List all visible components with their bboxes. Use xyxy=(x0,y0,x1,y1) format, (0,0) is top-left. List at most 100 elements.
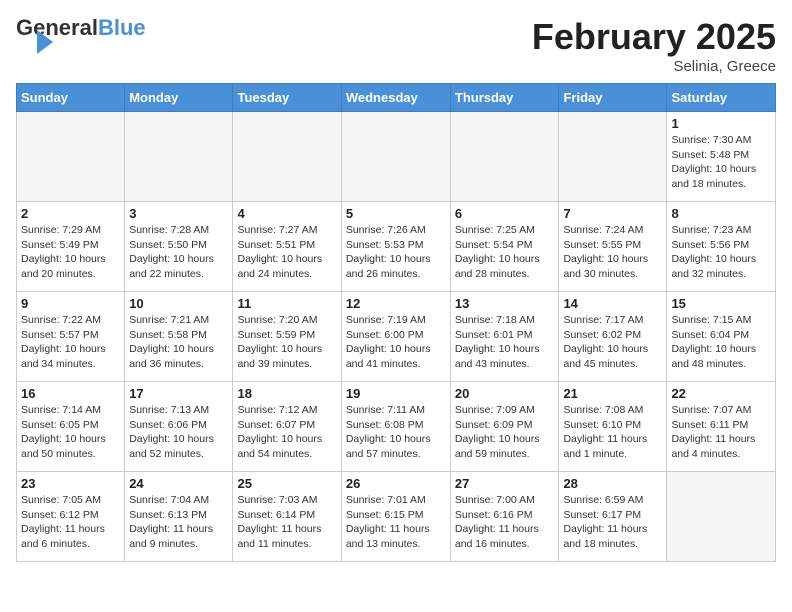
calendar-cell xyxy=(125,112,233,202)
day-info: Sunrise: 7:00 AM Sunset: 6:16 PM Dayligh… xyxy=(455,493,555,552)
day-number: 16 xyxy=(21,386,120,401)
day-header-tuesday: Tuesday xyxy=(233,84,341,112)
month-title: February 2025 xyxy=(532,16,776,58)
day-number: 7 xyxy=(563,206,662,221)
day-info: Sunrise: 7:08 AM Sunset: 6:10 PM Dayligh… xyxy=(563,403,662,462)
day-info: Sunrise: 7:09 AM Sunset: 6:09 PM Dayligh… xyxy=(455,403,555,462)
day-number: 27 xyxy=(455,476,555,491)
calendar-week-2: 2Sunrise: 7:29 AM Sunset: 5:49 PM Daylig… xyxy=(17,202,776,292)
day-number: 20 xyxy=(455,386,555,401)
day-info: Sunrise: 7:15 AM Sunset: 6:04 PM Dayligh… xyxy=(671,313,771,372)
day-number: 6 xyxy=(455,206,555,221)
calendar-cell: 7 Sunrise: 7:24 AM Sunset: 5:55 PM Daylig… xyxy=(559,202,667,292)
calendar-cell: 10 Sunrise: 7:21 AM Sunset: 5:58 PM Dayli… xyxy=(125,292,233,382)
day-info: Sunrise: 7:04 AM Sunset: 6:13 PM Dayligh… xyxy=(129,493,228,552)
day-number: 18 xyxy=(237,386,336,401)
day-info: Sunrise: 7:21 AM Sunset: 5:58 PM Dayligh… xyxy=(129,313,228,372)
day-info: Sunrise: 7:28 AM Sunset: 5:50 PM Dayligh… xyxy=(129,223,228,282)
title-block: February 2025 Selinia, Greece xyxy=(532,16,776,75)
calendar-cell: 26 Sunrise: 7:01 AM Sunset: 6:15 PM Dayli… xyxy=(341,472,450,562)
day-info: Sunrise: 7:17 AM Sunset: 6:02 PM Dayligh… xyxy=(563,313,662,372)
day-number: 2 xyxy=(21,206,120,221)
calendar-cell: 19 Sunrise: 7:11 AM Sunset: 6:08 PM Dayli… xyxy=(341,382,450,472)
logo-blue-text: Blue xyxy=(98,15,146,40)
calendar-week-4: 16 Sunrise: 7:14 AM Sunset: 6:05 PM Dayli… xyxy=(17,382,776,472)
calendar-cell: 25 Sunrise: 7:03 AM Sunset: 6:14 PM Dayli… xyxy=(233,472,341,562)
day-number: 13 xyxy=(455,296,555,311)
calendar-header-row: SundayMondayTuesdayWednesdayThursdayFrid… xyxy=(17,84,776,112)
calendar-cell: 1 Sunrise: 7:30 AM Sunset: 5:48 PM Daylig… xyxy=(667,112,776,202)
calendar-cell: 15Sunrise: 7:15 AM Sunset: 6:04 PM Dayli… xyxy=(667,292,776,382)
day-info: Sunrise: 7:22 AM Sunset: 5:57 PM Dayligh… xyxy=(21,313,120,372)
day-info: Sunrise: 7:24 AM Sunset: 5:55 PM Dayligh… xyxy=(563,223,662,282)
logo-arrow-icon xyxy=(37,30,53,54)
day-header-friday: Friday xyxy=(559,84,667,112)
calendar-cell xyxy=(559,112,667,202)
day-info: Sunrise: 7:01 AM Sunset: 6:15 PM Dayligh… xyxy=(346,493,446,552)
calendar-cell: 12 Sunrise: 7:19 AM Sunset: 6:00 PM Dayli… xyxy=(341,292,450,382)
calendar-week-1: 1 Sunrise: 7:30 AM Sunset: 5:48 PM Daylig… xyxy=(17,112,776,202)
calendar-week-5: 23 Sunrise: 7:05 AM Sunset: 6:12 PM Dayli… xyxy=(17,472,776,562)
calendar-cell: 4 Sunrise: 7:27 AM Sunset: 5:51 PM Daylig… xyxy=(233,202,341,292)
page-header: GeneralBlue February 2025 Selinia, Greec… xyxy=(16,16,776,75)
calendar-cell xyxy=(450,112,559,202)
day-header-wednesday: Wednesday xyxy=(341,84,450,112)
day-number: 19 xyxy=(346,386,446,401)
day-number: 1 xyxy=(671,116,771,131)
day-number: 14 xyxy=(563,296,662,311)
day-number: 28 xyxy=(563,476,662,491)
logo: GeneralBlue xyxy=(16,16,146,54)
day-info: Sunrise: 7:03 AM Sunset: 6:14 PM Dayligh… xyxy=(237,493,336,552)
day-header-thursday: Thursday xyxy=(450,84,559,112)
day-number: 21 xyxy=(563,386,662,401)
day-info: Sunrise: 7:13 AM Sunset: 6:06 PM Dayligh… xyxy=(129,403,228,462)
day-header-sunday: Sunday xyxy=(17,84,125,112)
calendar-cell: 28 Sunrise: 6:59 AM Sunset: 6:17 PM Dayli… xyxy=(559,472,667,562)
calendar-cell: 11 Sunrise: 7:20 AM Sunset: 5:59 PM Dayli… xyxy=(233,292,341,382)
day-info: Sunrise: 7:12 AM Sunset: 6:07 PM Dayligh… xyxy=(237,403,336,462)
calendar-cell: 5Sunrise: 7:26 AM Sunset: 5:53 PM Daylig… xyxy=(341,202,450,292)
day-info: Sunrise: 7:20 AM Sunset: 5:59 PM Dayligh… xyxy=(237,313,336,372)
calendar-cell xyxy=(341,112,450,202)
day-number: 12 xyxy=(346,296,446,311)
calendar-cell xyxy=(17,112,125,202)
day-info: Sunrise: 7:19 AM Sunset: 6:00 PM Dayligh… xyxy=(346,313,446,372)
calendar-cell: 3 Sunrise: 7:28 AM Sunset: 5:50 PM Daylig… xyxy=(125,202,233,292)
day-info: Sunrise: 7:14 AM Sunset: 6:05 PM Dayligh… xyxy=(21,403,120,462)
day-number: 26 xyxy=(346,476,446,491)
calendar-cell xyxy=(233,112,341,202)
day-info: Sunrise: 7:25 AM Sunset: 5:54 PM Dayligh… xyxy=(455,223,555,282)
day-number: 17 xyxy=(129,386,228,401)
calendar-cell: 27 Sunrise: 7:00 AM Sunset: 6:16 PM Dayli… xyxy=(450,472,559,562)
day-number: 8 xyxy=(671,206,771,221)
day-number: 10 xyxy=(129,296,228,311)
day-info: Sunrise: 7:30 AM Sunset: 5:48 PM Dayligh… xyxy=(671,133,771,192)
logo-sub xyxy=(16,39,35,50)
day-number: 3 xyxy=(129,206,228,221)
calendar-cell: 8Sunrise: 7:23 AM Sunset: 5:56 PM Daylig… xyxy=(667,202,776,292)
day-number: 23 xyxy=(21,476,120,491)
calendar-cell: 22Sunrise: 7:07 AM Sunset: 6:11 PM Dayli… xyxy=(667,382,776,472)
calendar-cell: 23 Sunrise: 7:05 AM Sunset: 6:12 PM Dayli… xyxy=(17,472,125,562)
calendar-cell: 17 Sunrise: 7:13 AM Sunset: 6:06 PM Dayli… xyxy=(125,382,233,472)
day-info: Sunrise: 7:05 AM Sunset: 6:12 PM Dayligh… xyxy=(21,493,120,552)
day-header-saturday: Saturday xyxy=(667,84,776,112)
calendar-cell: 9Sunrise: 7:22 AM Sunset: 5:57 PM Daylig… xyxy=(17,292,125,382)
calendar-cell: 18 Sunrise: 7:12 AM Sunset: 6:07 PM Dayli… xyxy=(233,382,341,472)
day-info: Sunrise: 7:18 AM Sunset: 6:01 PM Dayligh… xyxy=(455,313,555,372)
calendar-cell: 21 Sunrise: 7:08 AM Sunset: 6:10 PM Dayli… xyxy=(559,382,667,472)
day-number: 24 xyxy=(129,476,228,491)
day-number: 4 xyxy=(237,206,336,221)
day-number: 5 xyxy=(346,206,446,221)
day-info: Sunrise: 7:11 AM Sunset: 6:08 PM Dayligh… xyxy=(346,403,446,462)
calendar-cell: 2Sunrise: 7:29 AM Sunset: 5:49 PM Daylig… xyxy=(17,202,125,292)
day-info: Sunrise: 7:27 AM Sunset: 5:51 PM Dayligh… xyxy=(237,223,336,282)
calendar-cell: 20 Sunrise: 7:09 AM Sunset: 6:09 PM Dayli… xyxy=(450,382,559,472)
calendar-cell xyxy=(667,472,776,562)
day-number: 11 xyxy=(237,296,336,311)
day-number: 25 xyxy=(237,476,336,491)
day-info: Sunrise: 6:59 AM Sunset: 6:17 PM Dayligh… xyxy=(563,493,662,552)
day-number: 22 xyxy=(671,386,771,401)
calendar-week-3: 9Sunrise: 7:22 AM Sunset: 5:57 PM Daylig… xyxy=(17,292,776,382)
calendar-cell: 14 Sunrise: 7:17 AM Sunset: 6:02 PM Dayli… xyxy=(559,292,667,382)
